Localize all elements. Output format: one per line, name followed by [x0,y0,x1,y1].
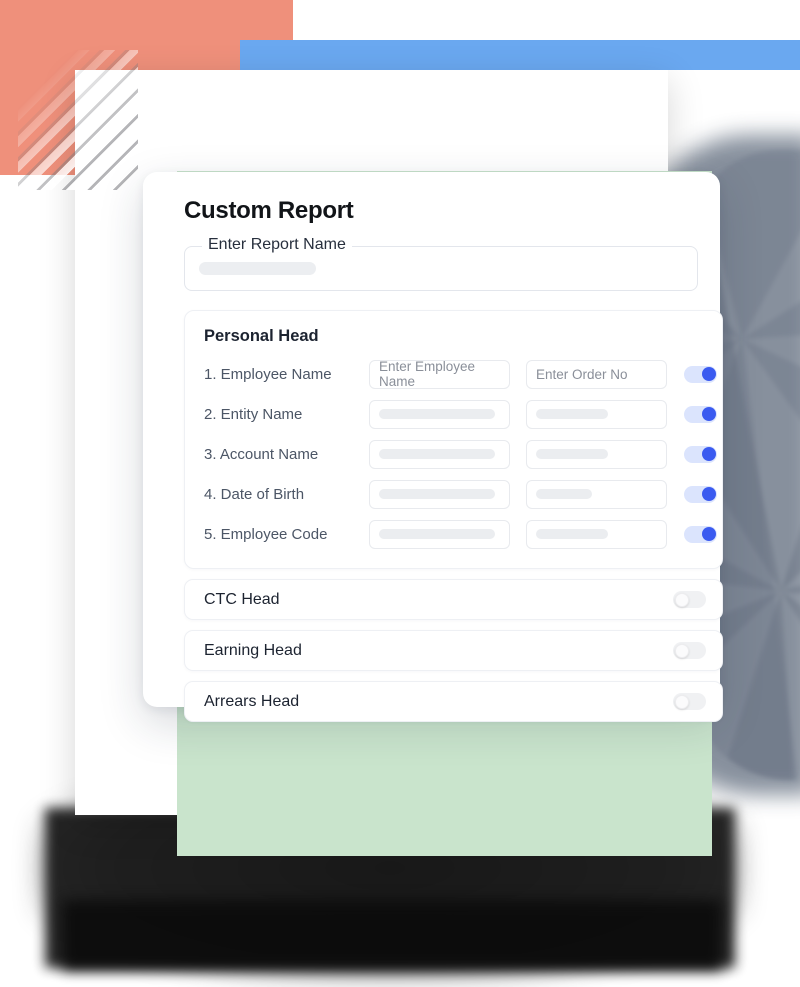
earning-head-toggle[interactable] [673,642,706,659]
table-row: 1. Employee Name Enter Employee Name Ent… [185,354,722,394]
input-skeleton-bar [379,489,495,499]
row-toggle-employee-name[interactable] [684,365,717,383]
ctc-head-toggle[interactable] [673,591,706,608]
input-skeleton-bar [536,529,608,539]
blue-background-bar [240,40,800,70]
page-title: Custom Report [184,197,354,224]
row-toggle-employee-code[interactable] [684,525,717,543]
employee-name-input-text: Enter Employee Name [379,359,476,389]
entity-order-input[interactable] [526,399,667,429]
personal-head-title: Personal Head [204,327,319,345]
table-row: 4. Date of Birth [185,474,722,514]
arrears-head-section[interactable]: Arrears Head [184,681,723,722]
toggle-knob [674,592,689,607]
toggle-knob [701,447,716,461]
toggle-knob [701,487,716,501]
row-label: 2. Entity Name [204,405,303,423]
date-of-birth-input[interactable] [369,479,510,509]
entity-name-input[interactable] [369,399,510,429]
personal-head-section: Personal Head 1. Employee Name Enter Emp… [184,310,723,569]
row-label: 1. Employee Name [204,365,332,383]
account-name-input[interactable] [369,439,510,469]
input-skeleton-bar [536,489,592,499]
row-label: 3. Account Name [204,445,319,463]
report-name-placeholder-bar [199,262,316,275]
row-label: 5. Employee Code [204,525,328,543]
order-no-input-text: Enter Order No [536,366,628,382]
earning-head-section[interactable]: Earning Head [184,630,723,671]
date-of-birth-order-input[interactable] [526,479,667,509]
toggle-knob [701,527,716,541]
employee-name-input[interactable]: Enter Employee Name [369,359,510,389]
employee-code-input[interactable] [369,519,510,549]
input-skeleton-bar [379,449,495,459]
arrears-head-label: Arrears Head [204,692,300,710]
row-label: 4. Date of Birth [204,485,305,503]
earning-head-label: Earning Head [204,641,302,659]
input-skeleton-bar [536,409,608,419]
report-name-field[interactable]: Enter Report Name [184,236,698,291]
ctc-head-label: CTC Head [204,590,280,608]
input-skeleton-bar [379,409,495,419]
order-no-input[interactable]: Enter Order No [526,359,667,389]
table-row: 3. Account Name [185,434,722,474]
report-name-label: Enter Report Name [202,236,352,254]
input-skeleton-bar [536,449,608,459]
custom-report-modal: Custom Report Enter Report Name Personal… [143,172,723,722]
toggle-knob [674,694,689,709]
toggle-knob [701,407,716,421]
table-row: 5. Employee Code [185,514,722,554]
toggle-knob [674,643,689,658]
arrears-head-toggle[interactable] [673,693,706,710]
input-skeleton-bar [379,529,495,539]
row-toggle-entity-name[interactable] [684,405,717,423]
row-toggle-account-name[interactable] [684,445,717,463]
table-row: 2. Entity Name [185,394,722,434]
employee-code-order-input[interactable] [526,519,667,549]
toggle-knob [701,367,716,381]
row-toggle-date-of-birth[interactable] [684,485,717,503]
ctc-head-section[interactable]: CTC Head [184,579,723,620]
screenshot-stage: Custom Report Enter Report Name Personal… [0,0,800,987]
paper-stack-shadow-deep [62,900,722,970]
account-order-input[interactable] [526,439,667,469]
